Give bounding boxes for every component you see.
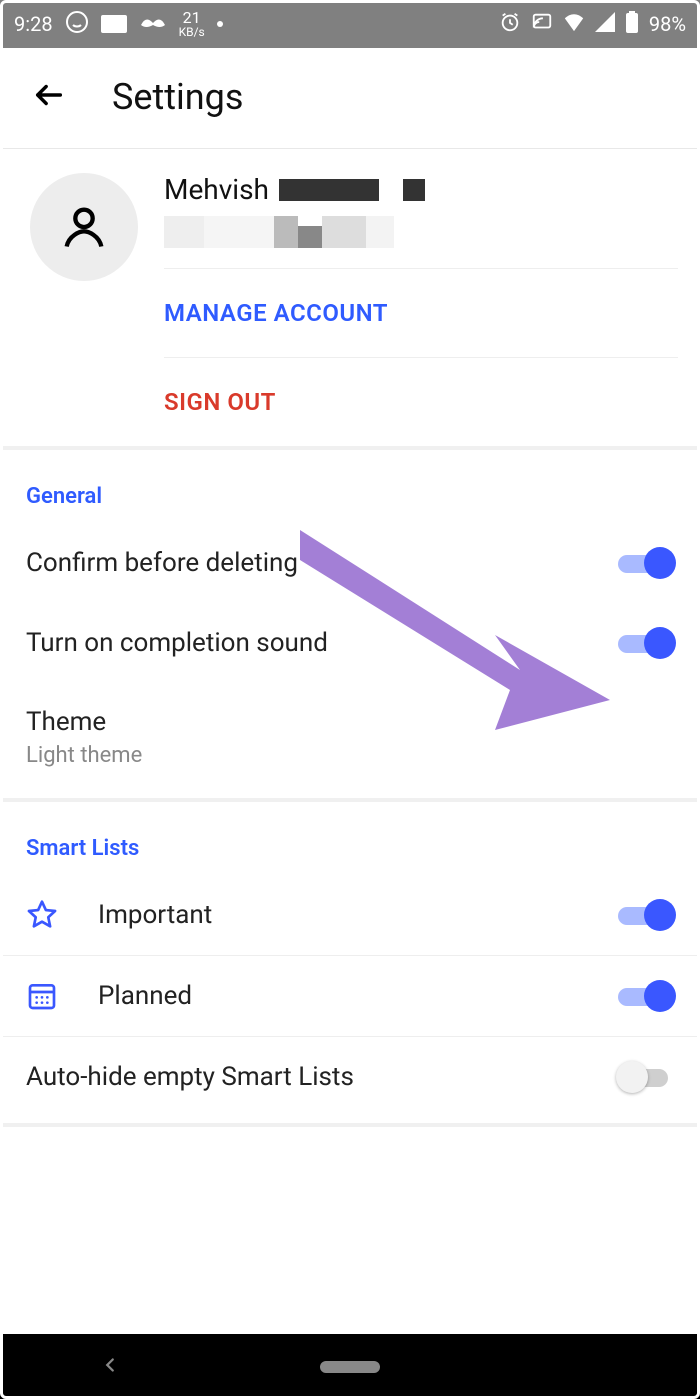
planned-label: Planned — [98, 981, 618, 1011]
theme-row[interactable]: Theme Light theme — [0, 683, 700, 792]
status-dot — [217, 21, 223, 27]
avatar[interactable] — [30, 173, 138, 281]
important-row[interactable]: Important — [0, 875, 700, 956]
manage-account-button[interactable]: MANAGE ACCOUNT — [164, 268, 678, 357]
page-title: Settings — [112, 76, 243, 118]
important-toggle[interactable] — [618, 899, 674, 931]
theme-label: Theme — [26, 707, 106, 737]
confirm-delete-label: Confirm before deleting — [26, 548, 618, 578]
planned-toggle[interactable] — [618, 980, 674, 1012]
mustache-icon — [139, 12, 167, 36]
redacted-block — [279, 179, 379, 201]
person-icon — [58, 201, 110, 253]
section-header-smartlists: Smart Lists — [0, 802, 700, 875]
sign-out-button[interactable]: SIGN OUT — [164, 357, 678, 446]
battery-percent: 98% — [649, 12, 686, 36]
general-section: General Confirm before deleting Turn on … — [0, 450, 700, 802]
section-header-general: General — [0, 450, 700, 523]
calendar-icon — [26, 980, 98, 1012]
app-bar: Settings — [0, 48, 700, 149]
account-name-row: Mehvish — [164, 173, 678, 206]
planned-row[interactable]: Planned — [0, 956, 700, 1037]
completion-sound-row[interactable]: Turn on completion sound — [0, 603, 700, 683]
confirm-delete-toggle[interactable] — [618, 547, 674, 579]
nav-back-button[interactable] — [99, 1354, 121, 1380]
completion-sound-toggle[interactable] — [618, 627, 674, 659]
important-label: Important — [98, 900, 618, 930]
nav-home-pill[interactable] — [320, 1361, 380, 1373]
cell-signal-icon — [595, 12, 615, 37]
status-time: 9:28 — [14, 12, 53, 36]
back-button[interactable] — [32, 78, 66, 116]
account-email-blurred — [164, 216, 678, 248]
completion-sound-label: Turn on completion sound — [26, 628, 618, 658]
wifi-icon — [563, 12, 585, 37]
star-icon — [26, 899, 98, 931]
redacted-block — [403, 179, 425, 201]
smartlists-section: Smart Lists Important Planned Auto-hide … — [0, 802, 700, 1127]
theme-value: Light theme — [26, 743, 142, 768]
confirm-delete-row[interactable]: Confirm before deleting — [0, 523, 700, 603]
battery-icon — [625, 11, 639, 38]
system-nav-bar — [0, 1334, 700, 1399]
whatsapp-icon — [65, 10, 89, 39]
autohide-toggle[interactable] — [618, 1061, 674, 1093]
alarm-icon — [499, 11, 521, 38]
status-bar: 9:28 21 KB/s — [0, 0, 700, 48]
autohide-row[interactable]: Auto-hide empty Smart Lists — [0, 1037, 700, 1117]
account-section: Mehvish MANAGE ACCOUNT SIGN OUT — [0, 149, 700, 450]
account-name: Mehvish — [164, 173, 269, 206]
status-netspeed: 21 KB/s — [179, 10, 205, 38]
autohide-label: Auto-hide empty Smart Lists — [26, 1062, 618, 1092]
cast-icon — [531, 11, 553, 38]
app-icon — [101, 15, 127, 33]
